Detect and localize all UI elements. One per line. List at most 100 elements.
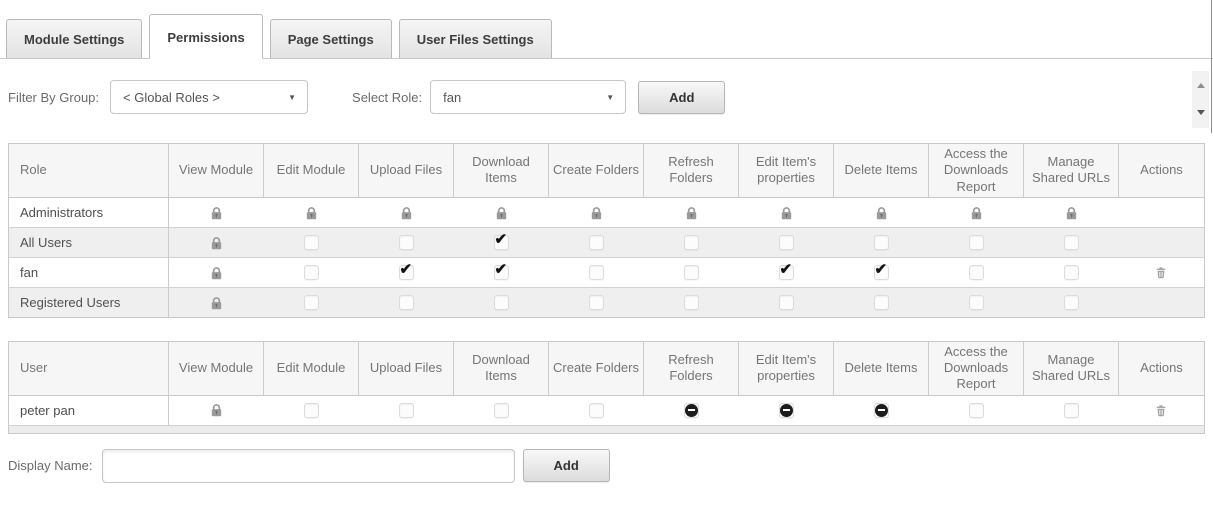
column-header-upload-files: Upload Files [358, 341, 454, 396]
permission-checkbox-unchecked[interactable] [303, 403, 319, 419]
permission-checkbox-unchecked[interactable] [303, 295, 319, 311]
tab-page-settings[interactable]: Page Settings [269, 19, 392, 58]
lock-icon [779, 205, 794, 221]
table-row-administrators: Administrators [8, 197, 1205, 228]
permission-checkbox-checked[interactable]: ✔ [778, 262, 794, 281]
permission-cell-access-the-downloads-report [928, 286, 1024, 318]
check-icon: ✔ [874, 261, 888, 279]
permission-checkbox-unchecked[interactable] [588, 403, 604, 419]
permission-checkbox-unchecked[interactable] [1063, 235, 1079, 251]
permission-checkbox-checked[interactable]: ✔ [493, 232, 509, 251]
vertical-scrollbar[interactable] [1192, 71, 1209, 128]
permissions-toolbar: Filter By Group: < Global Roles > ▼ Sele… [8, 80, 1213, 114]
permission-checkbox-unchecked[interactable] [1063, 265, 1079, 281]
permission-checkbox-unchecked[interactable] [968, 265, 984, 281]
user-name-cell: peter pan [8, 395, 169, 425]
add-user-row: Display Name: Add [8, 448, 1213, 483]
permission-cell-edit-module [264, 197, 359, 227]
permission-checkbox-checked[interactable]: ✔ [493, 261, 509, 281]
table-row-fan: fan ✔ ✔ ✔ ✔ [8, 256, 1205, 288]
permission-checkbox-unchecked[interactable] [493, 403, 509, 419]
permission-cell-edit-item-s-properties [739, 395, 834, 425]
permission-checkbox-unchecked[interactable] [778, 295, 794, 311]
permission-cell-download-items [454, 395, 549, 425]
scroll-up-button[interactable] [1192, 77, 1209, 94]
actions-cell [1119, 197, 1205, 227]
header-row: Role View Module Edit Module Upload Files Do… [8, 143, 1205, 198]
permission-checkbox-unchecked[interactable] [778, 235, 794, 251]
column-header-view-module: View Module [168, 143, 264, 198]
tab-permissions[interactable]: Permissions [149, 14, 263, 59]
permission-checkbox-unchecked[interactable] [303, 265, 319, 281]
permission-checkbox-unchecked[interactable] [588, 265, 604, 281]
permission-checkbox-unchecked[interactable] [493, 295, 509, 311]
permission-cell-access-the-downloads-report [928, 256, 1024, 288]
column-header-access-the-downloads-report: Access the Downloads Report [928, 341, 1024, 396]
role-name-cell: Registered Users [8, 286, 169, 318]
arrow-up-icon [1196, 83, 1205, 88]
column-header-refresh-folders: Refresh Folders [643, 143, 739, 198]
permission-checkbox-unchecked[interactable] [1063, 403, 1079, 419]
permission-cell-edit-item-s-properties [738, 226, 834, 258]
permission-checkbox-unchecked[interactable] [588, 295, 604, 311]
lock-icon [969, 205, 984, 221]
permission-cell-edit-item-s-properties: ✔ [738, 256, 834, 288]
deny-icon [684, 404, 698, 418]
permission-checkbox-unchecked[interactable] [968, 295, 984, 311]
display-name-input[interactable] [101, 448, 515, 483]
add-role-button[interactable]: Add [638, 80, 726, 114]
permission-checkbox-checked[interactable]: ✔ [873, 261, 889, 281]
permission-cell-edit-module [263, 226, 359, 258]
permission-checkbox-unchecked[interactable] [873, 235, 889, 251]
permission-checkbox-denied[interactable] [873, 403, 889, 419]
permission-checkbox-unchecked[interactable] [1063, 295, 1079, 311]
permission-cell-refresh-folders [644, 395, 739, 425]
select-role-label: Select Role: [352, 89, 423, 105]
permission-cell-manage-shared-urls [1024, 197, 1119, 227]
permission-checkbox-unchecked[interactable] [968, 235, 984, 251]
permission-checkbox-unchecked[interactable] [683, 235, 699, 251]
column-header-edit-item-s-properties: Edit Item's properties [738, 143, 834, 198]
permission-cell-edit-item-s-properties [739, 197, 834, 227]
add-user-button[interactable]: Add [522, 449, 610, 482]
users-permissions-table: User View Module Edit Module Upload Files Do… [8, 340, 1205, 434]
column-header-actions: Actions [1118, 143, 1205, 198]
permission-cell-refresh-folders [643, 226, 739, 258]
scroll-down-button[interactable] [1192, 104, 1209, 121]
filter-by-group-dropdown[interactable]: < Global Roles > ▼ [110, 80, 309, 114]
lock-icon [399, 205, 414, 221]
permission-checkbox-unchecked[interactable] [873, 295, 889, 311]
permission-checkbox-unchecked[interactable] [683, 265, 699, 281]
select-role-dropdown[interactable]: fan ▼ [430, 80, 627, 114]
lock-icon [304, 205, 319, 221]
permission-cell-download-items [453, 286, 549, 318]
permission-cell-delete-items [833, 226, 929, 258]
permission-checkbox-unchecked[interactable] [588, 235, 604, 251]
permission-checkbox-unchecked[interactable] [683, 295, 699, 311]
permission-cell-create-folders [549, 197, 644, 227]
header-row: User View Module Edit Module Upload Files Do… [8, 341, 1205, 396]
delete-trash-icon[interactable] [1154, 265, 1168, 280]
tab-module-settings[interactable]: Module Settings [6, 19, 143, 58]
permission-checkbox-unchecked[interactable] [968, 403, 984, 419]
roles-permissions-table: Role View Module Edit Module Upload Files Do… [8, 143, 1205, 318]
check-icon: ✔ [494, 261, 508, 279]
permission-cell-manage-shared-urls [1023, 286, 1119, 318]
lock-icon [209, 235, 224, 251]
column-header-create-folders: Create Folders [548, 143, 644, 198]
permission-cell-view-module [168, 226, 264, 258]
permission-cell-view-module [169, 197, 264, 227]
column-header-edit-module: Edit Module [263, 341, 359, 396]
delete-trash-icon[interactable] [1154, 403, 1168, 418]
permission-checkbox-unchecked[interactable] [303, 235, 319, 251]
permission-checkbox-unchecked[interactable] [398, 295, 414, 311]
permission-checkbox-denied[interactable] [778, 403, 794, 419]
permission-checkbox-unchecked[interactable] [398, 403, 414, 419]
actions-cell [1118, 226, 1205, 258]
permission-checkbox-unchecked[interactable] [398, 235, 414, 251]
tab-user-files-settings[interactable]: User Files Settings [398, 19, 552, 58]
permission-cell-download-items: ✔ [453, 226, 549, 258]
permission-checkbox-checked[interactable]: ✔ [398, 262, 414, 281]
permission-checkbox-denied[interactable] [683, 403, 699, 419]
column-header-user: User [8, 341, 169, 396]
